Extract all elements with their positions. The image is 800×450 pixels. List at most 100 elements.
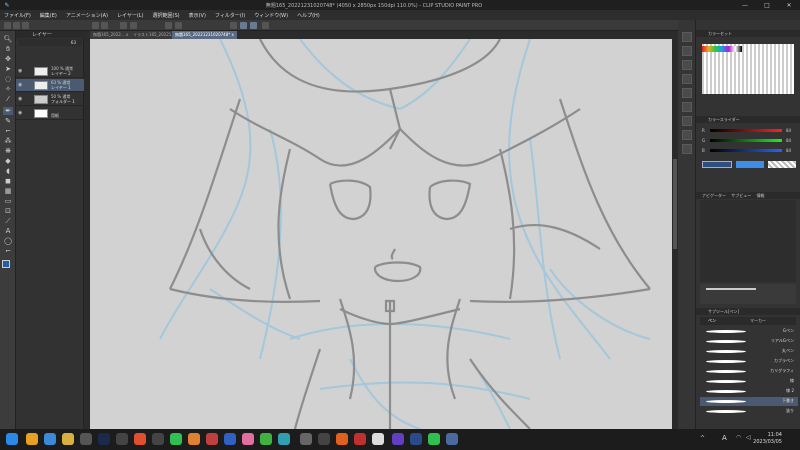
eyedropper-icon[interactable]: ⁄	[3, 95, 13, 103]
brush-item[interactable]: Gペン	[700, 327, 798, 336]
eraser-icon[interactable]: ◆	[3, 157, 13, 165]
ime-indicator[interactable]: A	[722, 434, 727, 442]
history-icon[interactable]	[682, 102, 692, 112]
firefox-icon[interactable]	[336, 433, 348, 445]
app-icon[interactable]	[134, 433, 146, 445]
brush-item-selected[interactable]: 下書き	[700, 397, 798, 406]
menu-file[interactable]: ファイル(F)	[4, 12, 31, 19]
minimize-icon[interactable]: —	[734, 2, 756, 9]
snap-icon[interactable]	[230, 22, 237, 29]
app-icon[interactable]	[80, 433, 92, 445]
decoration-icon[interactable]: ❋	[3, 147, 13, 155]
tool-property-icon[interactable]	[682, 60, 692, 70]
wifi-icon[interactable]: ◠	[736, 434, 741, 441]
app-icon[interactable]	[354, 433, 366, 445]
move-icon[interactable]: ✥	[3, 55, 13, 63]
menu-selection[interactable]: 選択範囲(S)	[153, 12, 180, 19]
tab-subview[interactable]: サブビュー	[731, 193, 751, 198]
sub-color-swatch[interactable]	[736, 161, 764, 168]
hand-icon[interactable]: ✋︎	[3, 45, 13, 53]
doc-tab[interactable]: 無題165_2022... x	[90, 31, 132, 39]
brush-item[interactable]: 丸ペン	[700, 347, 798, 356]
app-icon[interactable]	[278, 433, 290, 445]
fill-icon[interactable]	[130, 22, 137, 29]
layer-row-selected[interactable]: ◉ 63 % 通常 レイヤー 1	[16, 79, 84, 92]
start-icon[interactable]	[6, 433, 18, 445]
brush-icon[interactable]: ⌐	[3, 127, 13, 135]
menu-edit[interactable]: 編集(E)	[40, 12, 57, 19]
menu-window[interactable]: ウィンドウ(W)	[254, 12, 288, 19]
correct-line-icon[interactable]: ⌐	[3, 247, 13, 255]
app-icon[interactable]	[318, 433, 330, 445]
blender-icon[interactable]	[188, 433, 200, 445]
text-icon[interactable]: A	[3, 227, 13, 235]
snap-ruler-icon[interactable]	[240, 22, 247, 29]
red-slider[interactable]	[710, 129, 782, 132]
pencil-icon[interactable]: ✎	[3, 117, 13, 125]
auto-select-icon[interactable]: ✧	[3, 85, 13, 93]
app-icon[interactable]	[224, 433, 236, 445]
brush-item[interactable]: 線 2	[700, 387, 798, 396]
app-icon[interactable]	[392, 433, 404, 445]
new-file-icon[interactable]	[4, 22, 11, 29]
clear-icon[interactable]	[120, 22, 127, 29]
green-slider[interactable]	[710, 139, 782, 142]
deselect-icon[interactable]	[165, 22, 172, 29]
zoom-icon[interactable]: 🔍︎	[3, 35, 13, 43]
tray-chevron-icon[interactable]: ^	[700, 435, 705, 442]
blend-icon[interactable]: ◖	[3, 167, 13, 175]
tab-navigator[interactable]: ナビゲーター	[702, 193, 726, 198]
color-set-top-row[interactable]	[702, 46, 742, 52]
clock[interactable]: 11:04 2023/03/05	[753, 432, 782, 446]
line-icon[interactable]	[170, 433, 182, 445]
redo-icon[interactable]	[101, 22, 108, 29]
ruler-icon[interactable]	[262, 22, 269, 29]
ruler-tool-icon[interactable]: ⟋	[3, 217, 13, 225]
tab-info[interactable]: 情報	[757, 193, 765, 198]
open-icon[interactable]	[13, 22, 20, 29]
eye-icon[interactable]: ◉	[18, 68, 24, 74]
close-icon[interactable]: ✕	[778, 2, 800, 9]
brush-item[interactable]: カブラペン	[700, 357, 798, 366]
layer-row[interactable]: ◉ 100 % 通常 レイヤー 2	[16, 65, 84, 78]
lasso-icon[interactable]: ◌	[3, 75, 13, 83]
chrome-icon[interactable]	[26, 433, 38, 445]
brush-item[interactable]: 塗り	[700, 407, 798, 416]
menu-animation[interactable]: アニメーション(A)	[66, 12, 108, 19]
current-color-swatch[interactable]	[702, 161, 732, 168]
drawing-canvas[interactable]	[90, 39, 672, 429]
app-icon[interactable]	[410, 433, 422, 445]
menu-layer[interactable]: レイヤー(L)	[117, 12, 144, 19]
save-icon[interactable]	[22, 22, 29, 29]
line-icon[interactable]	[428, 433, 440, 445]
tab-marker[interactable]: マーカー	[750, 318, 766, 324]
navigator-area[interactable]	[700, 200, 796, 282]
brush-item[interactable]: 線	[700, 377, 798, 386]
clip-studio-icon[interactable]	[446, 433, 458, 445]
volume-icon[interactable]: ◁	[746, 434, 751, 441]
airbrush-icon[interactable]: ⁂	[3, 137, 13, 145]
steam-icon[interactable]	[98, 433, 110, 445]
app-icon[interactable]	[372, 433, 384, 445]
scroll-thumb[interactable]	[673, 159, 677, 249]
main-color-swatch[interactable]	[2, 260, 10, 268]
layer-row[interactable]: ◉ 用紙	[16, 107, 84, 120]
material-icon[interactable]	[682, 46, 692, 56]
app-icon[interactable]	[260, 433, 272, 445]
eye-icon[interactable]: ◉	[18, 96, 24, 102]
layer-blend-bar[interactable]: 63	[18, 39, 82, 46]
fill-tool-icon[interactable]: ◼	[3, 177, 13, 185]
pen-icon[interactable]: ✒︎	[3, 107, 13, 115]
brush-item[interactable]: カリグラフィ	[700, 367, 798, 376]
folder-icon[interactable]	[62, 433, 74, 445]
layer-property-icon[interactable]	[682, 116, 692, 126]
undo-icon[interactable]	[92, 22, 99, 29]
menu-filter[interactable]: フィルター(I)	[215, 12, 245, 19]
animation-icon[interactable]	[682, 144, 692, 154]
blue-slider[interactable]	[710, 149, 782, 152]
operation-icon[interactable]: ➤	[3, 65, 13, 73]
app-icon[interactable]	[242, 433, 254, 445]
brush-size-icon[interactable]	[682, 74, 692, 84]
search-layer-icon[interactable]	[682, 130, 692, 140]
doc-tab-active[interactable]: 無題165_20221231020748* x	[172, 31, 237, 39]
